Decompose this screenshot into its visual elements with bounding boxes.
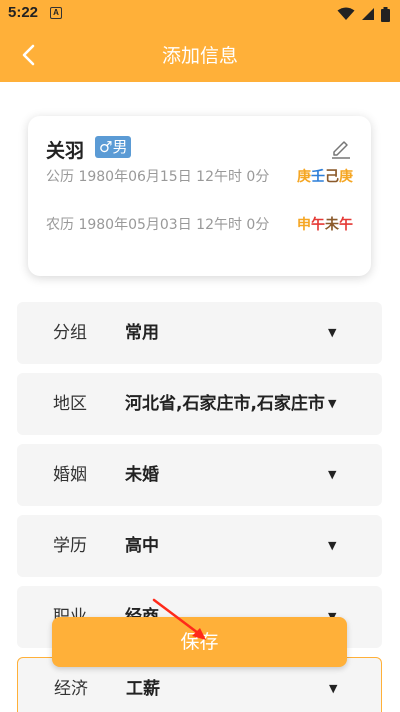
annotation-arrow-icon: [152, 598, 206, 640]
dropdown-arrow-icon: ▼: [328, 468, 337, 481]
field-value: 河北省,石家庄市,石家庄市: [125, 393, 325, 414]
bazi-char: 未: [325, 217, 339, 233]
signal-icon: [362, 8, 374, 20]
bazi-char: 午: [339, 217, 353, 233]
bazi-year-month: 庚壬己庚: [297, 166, 353, 188]
app-bar: 添加信息: [0, 28, 400, 82]
battery-icon: [381, 6, 390, 22]
status-bar: 5:22 A: [0, 0, 400, 28]
group-selector[interactable]: 分组 常用 ▼: [17, 302, 382, 364]
field-label: 婚姻: [53, 465, 87, 485]
gender-badge: ♂男: [95, 136, 132, 158]
status-time: 5:22: [8, 4, 39, 21]
notification-icon: A: [50, 7, 62, 19]
profile-name: 关羽: [46, 140, 85, 162]
status-icons: [337, 5, 390, 23]
pencil-icon: [332, 141, 350, 159]
bazi-char: 庚: [339, 169, 353, 185]
page-title: 添加信息: [161, 45, 238, 67]
region-selector[interactable]: 地区 河北省,石家庄市,石家庄市 ▼: [17, 373, 382, 435]
lunar-date: 农历 1980年05月03日 12午时 0分: [46, 217, 270, 233]
dropdown-arrow-icon: ▼: [328, 326, 337, 339]
field-label: 分组: [53, 323, 87, 343]
bazi-day-hour: 申午未午: [297, 214, 353, 236]
education-selector[interactable]: 学历 高中 ▼: [17, 515, 382, 577]
bazi-char: 申: [297, 217, 311, 233]
field-value: 常用: [125, 322, 159, 343]
profile-card: 关羽 ♂男 公历 1980年06月15日 12午时 0分 农历 1980年05月…: [28, 116, 371, 276]
solar-date: 公历 1980年06月15日 12午时 0分: [46, 169, 270, 185]
marital-selector[interactable]: 婚姻 未婚 ▼: [17, 444, 382, 506]
field-value: 未婚: [125, 464, 159, 485]
wifi-icon: [337, 7, 355, 20]
field-label: 地区: [53, 394, 87, 414]
bazi-char: 庚: [297, 169, 311, 185]
bazi-char: 午: [311, 217, 325, 233]
dropdown-arrow-icon: ▼: [328, 397, 337, 410]
bazi-char: 己: [325, 169, 339, 185]
bazi-char: 壬: [311, 169, 325, 185]
field-label: 学历: [53, 536, 87, 556]
dropdown-arrow-icon: ▼: [328, 539, 337, 552]
field-value: 高中: [125, 535, 159, 556]
edit-button[interactable]: [329, 136, 353, 160]
